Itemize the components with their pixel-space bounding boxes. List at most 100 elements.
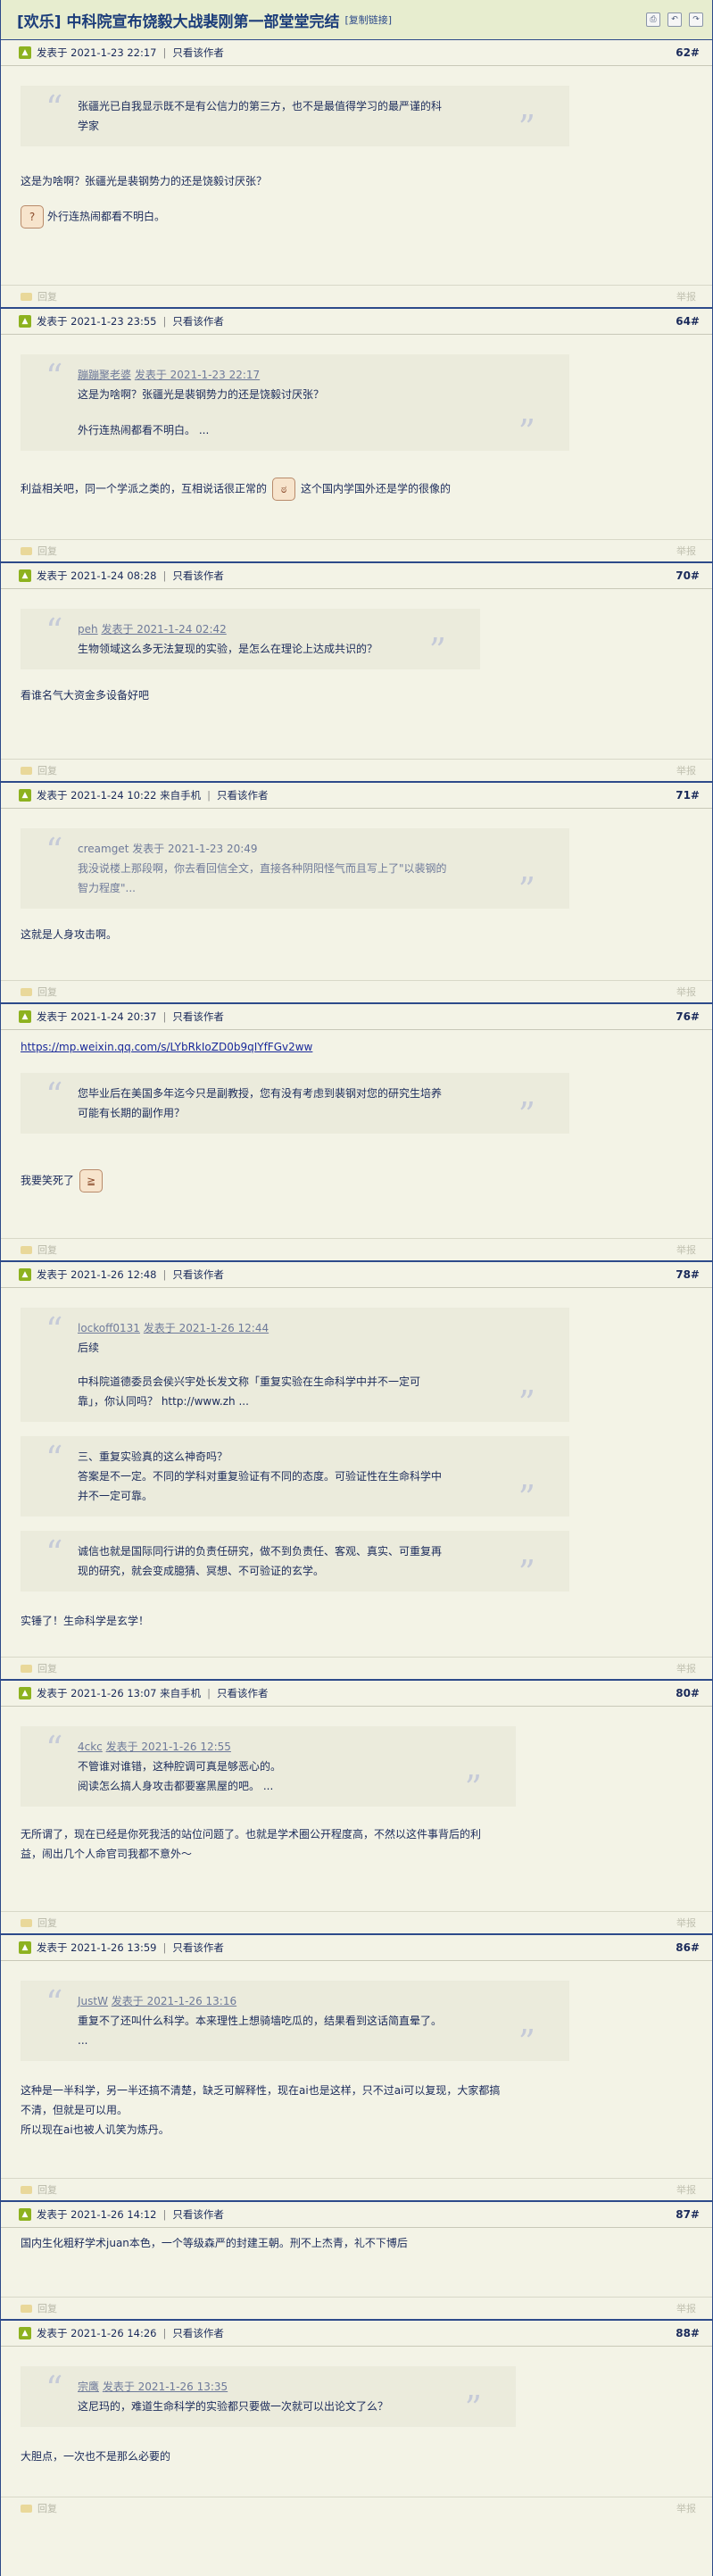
user-icon[interactable]: ▲ — [19, 1941, 31, 1954]
report-button[interactable]: 举报 — [676, 1661, 696, 1675]
post-header: ▲ 发表于 2021-1-24 10:22 来自手机 | 只看该作者 71# — [1, 783, 712, 809]
report-button[interactable]: 举报 — [676, 2301, 696, 2315]
reply-icon[interactable] — [21, 546, 32, 555]
print-icon[interactable]: ⎙ — [646, 12, 660, 27]
quote-line: 您毕业后在美国多年迄今只是副教授，您有没有考虑到裴钢对您的研究生培养 — [78, 1087, 443, 1100]
close-quote-icon: ” — [518, 1553, 535, 1592]
only-author-link[interactable]: 只看该作者 — [172, 1267, 224, 1282]
only-author-link[interactable]: 只看该作者 — [172, 46, 224, 60]
quote-time[interactable]: 发表于 2021-1-26 12:44 — [144, 1322, 269, 1334]
reply-icon[interactable] — [21, 766, 32, 775]
post-time: 2021-1-26 13:07 — [70, 1687, 157, 1699]
reply-button[interactable]: 回复 — [37, 763, 57, 777]
quote-author-link[interactable]: 蹦蹦聚老婆 — [78, 369, 131, 381]
user-icon[interactable]: ▲ — [19, 569, 31, 582]
only-author-link[interactable]: 只看该作者 — [217, 1686, 269, 1700]
wechat-article-link[interactable]: https://mp.weixin.qq.com/s/LYbRkIoZD0b9q… — [21, 1041, 312, 1053]
report-button[interactable]: 举报 — [676, 1915, 696, 1930]
reply-icon[interactable] — [21, 987, 32, 996]
quote-block: “ 4ckc 发表于 2021-1-26 12:55 不管谁对谁错，这种腔调可真… — [21, 1726, 516, 1807]
open-quote-icon: “ — [46, 1439, 63, 1478]
reply-button[interactable]: 回复 — [37, 1915, 57, 1930]
quote-line: 我没说楼上那段啊，你去看回信全文，直接各种阴阳怪气而且写上了"以裴钢的 — [78, 862, 447, 875]
user-icon[interactable]: ▲ — [19, 1268, 31, 1281]
quote-time[interactable]: 发表于 2021-1-23 22:17 — [135, 369, 260, 381]
post-text: 不清，但就是可以用。 — [21, 2104, 129, 2116]
only-author-link[interactable]: 只看该作者 — [172, 1010, 224, 1024]
user-icon[interactable]: ▲ — [19, 315, 31, 328]
quote-author-link[interactable]: peh — [78, 623, 98, 636]
reply-button[interactable]: 回复 — [37, 289, 57, 303]
reply-icon[interactable] — [21, 2504, 32, 2513]
post-time: 2021-1-24 08:28 — [70, 569, 157, 582]
quote-block: “ creamget 发表于 2021-1-23 20:49 我没说楼上那段啊，… — [21, 828, 569, 909]
floor-number: 71# — [676, 789, 700, 802]
user-icon[interactable]: ▲ — [19, 46, 31, 59]
reply-icon[interactable] — [21, 1664, 32, 1673]
report-button[interactable]: 举报 — [676, 289, 696, 303]
quote-time[interactable]: 发表于 2021-1-26 13:35 — [103, 2381, 228, 2393]
user-icon[interactable]: ▲ — [19, 2327, 31, 2339]
post-time: 2021-1-26 12:48 — [70, 1268, 157, 1281]
post: ▲ 发表于 2021-1-26 13:59 | 只看该作者 86# “ Just… — [1, 1935, 712, 2202]
reply-button[interactable]: 回复 — [37, 2301, 57, 2315]
only-author-link[interactable]: 只看该作者 — [172, 1940, 224, 1955]
post-header: ▲ 发表于 2021-1-26 14:12 | 只看该作者 87# — [1, 2202, 712, 2228]
floor-number: 76# — [676, 1010, 700, 1023]
quote-time: 发表于 2021-1-23 20:49 — [132, 843, 258, 855]
close-quote-icon: ” — [464, 2389, 482, 2428]
quote-time[interactable]: 发表于 2021-1-24 02:42 — [101, 623, 226, 636]
quote-line: 可能有长期的副作用？ — [78, 1107, 186, 1119]
forward-icon[interactable]: ↷ — [689, 12, 703, 27]
quote-author-link[interactable]: JustW — [78, 1995, 108, 2007]
report-button[interactable]: 举报 — [676, 1242, 696, 1257]
reply-icon[interactable] — [21, 2304, 32, 2313]
report-button[interactable]: 举报 — [676, 763, 696, 777]
post-text: 这是为啥啊？张疆光是裴钢势力的还是饶毅讨厌张？ — [21, 175, 268, 187]
quote-line: 生物领域这么多无法复现的实验，是怎么在理论上达成共识的？ — [78, 643, 378, 655]
back-icon[interactable]: ↶ — [667, 12, 682, 27]
only-author-link[interactable]: 只看该作者 — [172, 2207, 224, 2222]
reply-button[interactable]: 回复 — [37, 2501, 57, 2515]
post-text: 这就是人身攻击啊。 — [21, 928, 118, 941]
reply-icon[interactable] — [21, 292, 32, 301]
post: ▲ 发表于 2021-1-26 14:26 | 只看该作者 88# “ 宗鹰 发… — [1, 2321, 712, 2519]
only-author-link[interactable]: 只看该作者 — [217, 788, 269, 802]
reply-icon[interactable] — [21, 1918, 32, 1927]
quote-line: 这尼玛的，难道生命科学的实验都只要做一次就可以出论文了么？ — [78, 2400, 389, 2413]
open-quote-icon: “ — [46, 1533, 63, 1573]
reply-button[interactable]: 回复 — [37, 1661, 57, 1675]
only-author-link[interactable]: 只看该作者 — [172, 569, 224, 583]
reply-button[interactable]: 回复 — [37, 1242, 57, 1257]
quote-time[interactable]: 发表于 2021-1-26 12:55 — [106, 1741, 231, 1753]
posted-at-label: 发表于 — [37, 569, 68, 582]
close-quote-icon: ” — [428, 631, 446, 670]
close-quote-icon: ” — [464, 1768, 482, 1807]
user-icon[interactable]: ▲ — [19, 1687, 31, 1699]
quote-author-link[interactable]: 4ckc — [78, 1741, 103, 1753]
post-time: 2021-1-23 22:17 — [70, 46, 157, 59]
quote-time[interactable]: 发表于 2021-1-26 13:16 — [112, 1995, 236, 2007]
user-icon[interactable]: ▲ — [19, 2208, 31, 2221]
report-button[interactable]: 举报 — [676, 985, 696, 999]
only-author-link[interactable]: 只看该作者 — [172, 314, 224, 328]
reply-button[interactable]: 回复 — [37, 2182, 57, 2197]
report-button[interactable]: 举报 — [676, 2501, 696, 2515]
only-author-link[interactable]: 只看该作者 — [172, 2326, 224, 2340]
copy-link-button[interactable]: [复制链接] — [344, 12, 392, 27]
reply-button[interactable]: 回复 — [37, 544, 57, 558]
user-icon[interactable]: ▲ — [19, 789, 31, 802]
reply-icon[interactable] — [21, 1245, 32, 1254]
report-button[interactable]: 举报 — [676, 544, 696, 558]
quote-block: “ 诚信也就是国际同行讲的负责任研究，做不到负责任、客观、真实、可重复再 现的研… — [21, 1531, 569, 1591]
report-button[interactable]: 举报 — [676, 2182, 696, 2197]
quote-author: creamget — [78, 843, 129, 855]
floor-number: 62# — [676, 46, 700, 59]
reply-icon[interactable] — [21, 2185, 32, 2194]
quote-author-link[interactable]: 宗鹰 — [78, 2381, 99, 2393]
reply-button[interactable]: 回复 — [37, 985, 57, 999]
quote-author-link[interactable]: lockoff0131 — [78, 1322, 140, 1334]
quote-header: peh 发表于 2021-1-24 02:42 — [78, 619, 409, 639]
user-icon[interactable]: ▲ — [19, 1010, 31, 1023]
post-body: “ creamget 发表于 2021-1-23 20:49 我没说楼上那段啊，… — [1, 809, 712, 944]
